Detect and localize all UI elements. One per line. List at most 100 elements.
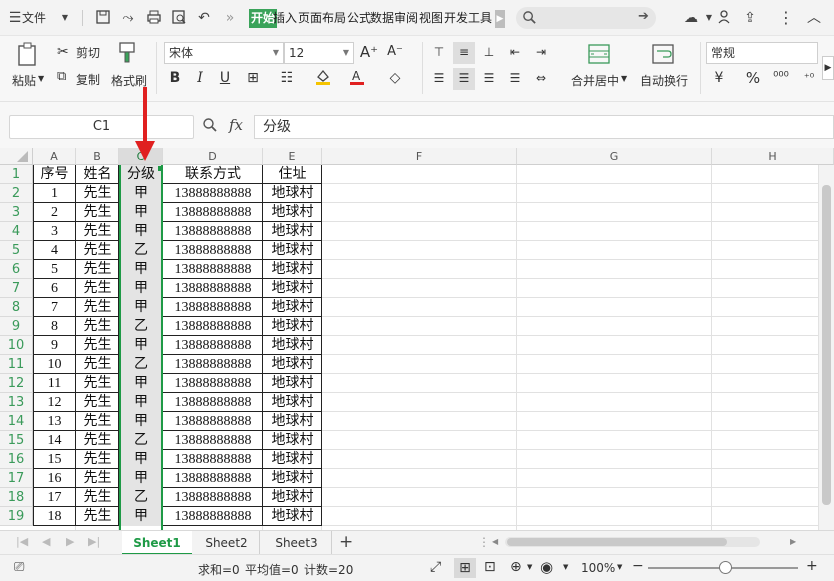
fullscreen-icon[interactable]: ⤢ <box>430 559 441 575</box>
table-cell[interactable]: 13888888888 <box>163 507 263 526</box>
table-cell[interactable]: 地球村 <box>263 336 322 355</box>
cloud-icon[interactable]: ☁ <box>682 9 700 27</box>
fill-handle[interactable] <box>158 166 163 171</box>
indent-decrease-icon[interactable]: ⇤ <box>504 42 526 64</box>
page-break-view-icon[interactable]: ⊡ <box>484 559 496 575</box>
table-cell[interactable]: 先生 <box>76 488 119 507</box>
copy-icon[interactable]: ⧉ <box>57 69 66 84</box>
table-cell[interactable]: 13888888888 <box>163 393 263 412</box>
table-cell[interactable]: 先生 <box>76 317 119 336</box>
currency-icon[interactable]: ¥ <box>708 68 730 90</box>
table-cell[interactable]: 13888888888 <box>163 374 263 393</box>
wrap-text-icon[interactable] <box>652 44 674 67</box>
chevron-down-icon[interactable]: ▼ <box>527 563 532 571</box>
column-header-d[interactable]: D <box>163 148 263 165</box>
table-cell[interactable]: 13888888888 <box>163 450 263 469</box>
column-header-f[interactable]: F <box>322 148 517 165</box>
tab-insert[interactable]: 插入 <box>273 9 297 28</box>
more-options-icon[interactable]: ⋮ <box>777 9 795 27</box>
table-cell[interactable]: 先生 <box>76 222 119 241</box>
align-center-icon[interactable]: ☰ <box>453 68 475 90</box>
more-icon[interactable]: » <box>221 9 239 27</box>
chevron-down-icon[interactable]: ▼ <box>617 563 622 571</box>
number-format-select[interactable]: 常规 <box>706 42 818 64</box>
table-cell[interactable]: 先生 <box>76 450 119 469</box>
table-cell[interactable]: 先生 <box>76 412 119 431</box>
fx-button[interactable]: fx <box>229 116 243 134</box>
strikethrough-icon[interactable]: ☷ <box>276 68 298 90</box>
tab-data[interactable]: 数据 <box>370 9 394 28</box>
align-middle-icon[interactable]: ≡ <box>453 42 475 64</box>
last-sheet-icon[interactable]: ▶| <box>88 535 100 548</box>
row-header[interactable]: 3 <box>0 203 33 222</box>
table-cell[interactable]: 地球村 <box>263 241 322 260</box>
table-cell[interactable]: 13888888888 <box>163 184 263 203</box>
paste-button[interactable]: 粘贴 <box>12 72 36 89</box>
print-preview-icon[interactable] <box>170 9 188 27</box>
zoom-search-icon[interactable] <box>202 117 218 136</box>
bold-button[interactable]: B <box>164 68 186 90</box>
print-icon[interactable] <box>145 9 163 27</box>
zoom-out-icon[interactable]: − <box>632 558 644 574</box>
italic-button[interactable]: I <box>189 68 211 90</box>
table-cell[interactable]: 2 <box>33 203 76 222</box>
row-header[interactable]: 15 <box>0 431 33 450</box>
add-sheet-icon[interactable]: + <box>339 532 353 552</box>
table-cell[interactable]: 13888888888 <box>163 203 263 222</box>
table-cell[interactable]: 13888888888 <box>163 412 263 431</box>
table-cell[interactable]: 13888888888 <box>163 488 263 507</box>
zoom-level[interactable]: 100% <box>581 561 615 575</box>
save-icon[interactable] <box>94 9 112 27</box>
table-cell[interactable]: 地球村 <box>263 184 322 203</box>
sheet-tab-3[interactable]: Sheet3 <box>262 531 332 555</box>
table-cell[interactable]: 地球村 <box>263 317 322 336</box>
table-cell[interactable]: 3 <box>33 222 76 241</box>
table-cell[interactable]: 15 <box>33 450 76 469</box>
font-name-select[interactable]: 宋体 ▼ <box>164 42 284 64</box>
table-cell[interactable]: 8 <box>33 317 76 336</box>
table-cell[interactable]: 先生 <box>76 393 119 412</box>
chevron-down-icon[interactable]: ▼ <box>563 563 568 571</box>
row-header[interactable]: 5 <box>0 241 33 260</box>
table-cell[interactable]: 先生 <box>76 374 119 393</box>
row-header[interactable]: 16 <box>0 450 33 469</box>
sheet-tab-2[interactable]: Sheet2 <box>194 531 260 555</box>
sheet-tab-1[interactable]: Sheet1 <box>122 531 192 555</box>
zoom-slider-handle[interactable] <box>719 561 732 574</box>
justify-icon[interactable]: ☰ <box>504 68 526 90</box>
table-cell[interactable]: 13888888888 <box>163 355 263 374</box>
collapse-ribbon-icon[interactable]: ︿ <box>805 9 823 27</box>
scissors-icon[interactable]: ✂ <box>57 44 69 60</box>
table-cell[interactable]: 地球村 <box>263 507 322 526</box>
table-cell[interactable]: 地球村 <box>263 298 322 317</box>
table-cell[interactable]: 先生 <box>76 260 119 279</box>
sheet-bar-more-icon[interactable]: ⋮ <box>478 535 490 549</box>
next-sheet-icon[interactable]: ▶ <box>66 535 74 548</box>
table-cell[interactable]: 9 <box>33 336 76 355</box>
formula-input[interactable]: 分级 <box>254 115 834 139</box>
eye-protection-icon[interactable]: ◉ <box>540 558 553 576</box>
table-cell[interactable]: 13 <box>33 412 76 431</box>
table-cell[interactable]: 13888888888 <box>163 260 263 279</box>
row-header[interactable]: 9 <box>0 317 33 336</box>
horizontal-scrollbar[interactable] <box>505 537 760 547</box>
zoom-in-icon[interactable]: + <box>806 558 818 574</box>
table-cell[interactable]: 先生 <box>76 507 119 526</box>
percent-icon[interactable]: % <box>742 68 764 90</box>
table-cell[interactable]: 先生 <box>76 184 119 203</box>
row-header[interactable]: 4 <box>0 222 33 241</box>
row-header[interactable]: 13 <box>0 393 33 412</box>
row-header[interactable]: 1 <box>0 165 33 184</box>
spreadsheet-grid[interactable]: ABCDEFGH 1 2 3 4 5 6 7 8 9 10 11 12 13 14 15 16 17 18 19 序… <box>0 148 834 530</box>
paste-icon[interactable] <box>16 42 40 71</box>
prev-sheet-icon[interactable]: ◀ <box>42 535 50 548</box>
normal-view-icon[interactable]: ⊞ <box>454 558 476 578</box>
table-cell[interactable]: 先生 <box>76 431 119 450</box>
indent-increase-icon[interactable]: ⇥ <box>530 42 552 64</box>
table-cell[interactable]: 地球村 <box>263 393 322 412</box>
macro-record-icon[interactable]: ⎚ <box>14 560 24 575</box>
table-cell[interactable]: 17 <box>33 488 76 507</box>
table-cell[interactable]: 地球村 <box>263 469 322 488</box>
table-cell[interactable]: 6 <box>33 279 76 298</box>
cut-button[interactable]: 剪切 <box>76 44 100 61</box>
